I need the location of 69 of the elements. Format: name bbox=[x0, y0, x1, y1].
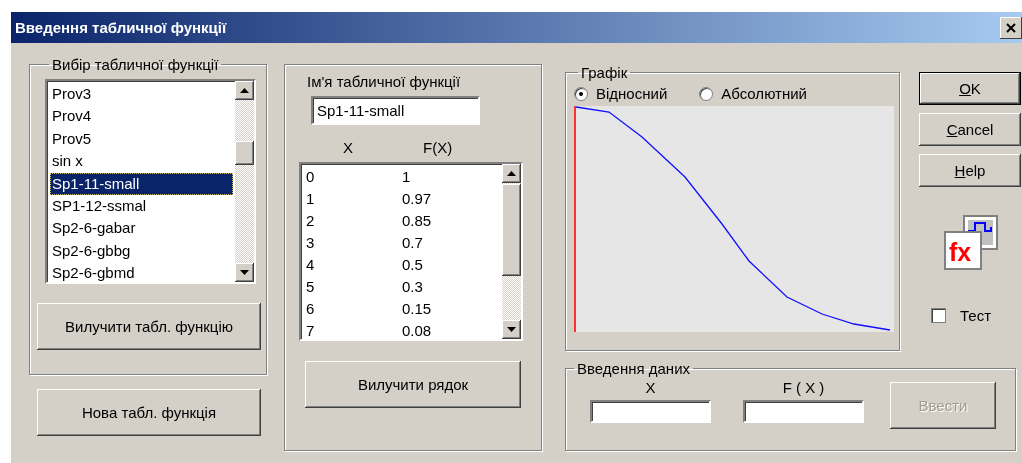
list-item[interactable]: Sp2-6-gabar bbox=[50, 217, 233, 240]
input-field[interactable] bbox=[743, 400, 864, 423]
table-cell-text: 1 bbox=[402, 167, 412, 187]
button[interactable]: Нова табл. функція bbox=[37, 389, 261, 436]
field-label: X bbox=[645, 379, 656, 396]
close-icon bbox=[1006, 22, 1016, 33]
fx-logo: fx bbox=[943, 215, 999, 271]
table-cell-text: 2 bbox=[306, 211, 316, 231]
scroll-down-button[interactable] bbox=[235, 263, 254, 282]
list-item[interactable]: sin x bbox=[50, 150, 233, 173]
group-title: Вибір табличної функції bbox=[51, 56, 220, 73]
up-arrow-icon bbox=[507, 171, 516, 176]
column-header: X bbox=[343, 139, 353, 156]
table-cell-text: 0.15 bbox=[402, 299, 433, 319]
list-item[interactable]: Prov3 bbox=[50, 83, 233, 106]
radio-label: Абсолютний bbox=[721, 85, 807, 102]
group-title: Графік bbox=[580, 64, 629, 81]
down-arrow-icon bbox=[507, 327, 516, 332]
radio-option[interactable]: Відносний bbox=[574, 85, 668, 102]
scrollbar-track[interactable] bbox=[235, 81, 254, 282]
table-cell-text: 0 bbox=[306, 167, 316, 187]
table-list[interactable]: 0 1 1 0.97 2 0.85 3 0.7 4 0.5 5 0.3 6 0.15 7 0.08 bbox=[299, 162, 523, 341]
up-arrow-icon bbox=[240, 88, 249, 93]
scroll-up-button[interactable] bbox=[502, 164, 521, 183]
down-arrow-icon bbox=[240, 270, 249, 275]
name-field[interactable]: Sp1-11-small bbox=[311, 96, 480, 125]
table-cell-text: 0.85 bbox=[402, 211, 433, 231]
radio-button[interactable] bbox=[574, 86, 588, 101]
checkbox-option[interactable]: Тест bbox=[931, 307, 1021, 324]
table-cell-text: 0.7 bbox=[402, 233, 424, 253]
table-cell-text: 7 bbox=[306, 321, 316, 339]
group-title: Введення даних bbox=[576, 360, 692, 377]
input-field[interactable] bbox=[590, 400, 711, 423]
button[interactable]: OK bbox=[919, 72, 1021, 105]
close-button[interactable] bbox=[1000, 16, 1022, 39]
list-box[interactable]: Prov3 Prov4 Prov5 sin x Sp1-11-small SP1-12-ssmal Sp2-6-gabar Sp2-6-gbbg Sp2-6-gbmd bbox=[45, 79, 256, 284]
list-item[interactable]: Prov4 bbox=[50, 105, 233, 128]
table-cell-text: 6 bbox=[306, 299, 316, 319]
checkbox[interactable] bbox=[931, 308, 946, 323]
table-cell-text: 0.3 bbox=[402, 277, 424, 297]
table-cell-text: 0.08 bbox=[402, 321, 433, 339]
table-cell-text: 0.5 bbox=[402, 255, 424, 275]
table-cell-text: 4 bbox=[306, 255, 316, 275]
scrollbar-track[interactable] bbox=[502, 164, 521, 339]
button[interactable]: Cancel bbox=[919, 113, 1021, 146]
button[interactable]: Вилучити рядок bbox=[305, 361, 521, 408]
radio-label: Відносний bbox=[596, 85, 668, 102]
button[interactable]: Help bbox=[919, 154, 1021, 187]
button[interactable]: Вилучити табл. функцію bbox=[37, 303, 261, 350]
list-item[interactable]: Sp2-6-gbmd bbox=[50, 262, 233, 282]
field-label: F ( X ) bbox=[782, 379, 825, 396]
table-cell-text: 0.97 bbox=[402, 189, 433, 209]
scroll-thumb[interactable] bbox=[502, 184, 521, 276]
table-cell-text: 3 bbox=[306, 233, 316, 253]
list-item[interactable]: Prov5 bbox=[50, 127, 233, 151]
scroll-down-button[interactable] bbox=[502, 320, 521, 339]
checkbox-label: Тест bbox=[960, 307, 992, 324]
field-label: Ім'я табличної функції bbox=[307, 73, 462, 90]
scroll-thumb[interactable] bbox=[235, 141, 254, 165]
list-item[interactable]: Sp1-11-small bbox=[50, 172, 233, 195]
column-header: F(X) bbox=[423, 139, 453, 156]
list-item[interactable]: SP1-12-ssmal bbox=[50, 194, 233, 218]
table-cell-text: 1 bbox=[306, 189, 316, 209]
scroll-up-button[interactable] bbox=[235, 81, 254, 100]
list-item[interactable]: Sp2-6-gbbg bbox=[50, 239, 233, 263]
radio-button[interactable] bbox=[699, 86, 714, 101]
radio-option[interactable]: Абсолютний bbox=[699, 85, 807, 102]
window-title: Введення табличної функції bbox=[15, 19, 227, 36]
table-cell-text: 5 bbox=[306, 277, 316, 297]
